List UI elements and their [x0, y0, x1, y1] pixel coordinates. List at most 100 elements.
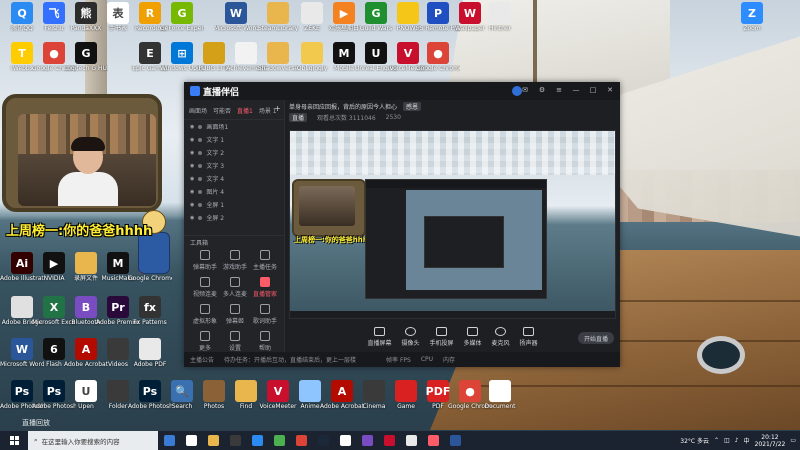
- eye-icon[interactable]: ◉: [190, 202, 194, 208]
- layer-item[interactable]: ◉ 画面场1: [184, 120, 284, 133]
- taskbar-app[interactable]: [334, 431, 356, 450]
- taskbar-app[interactable]: [180, 431, 202, 450]
- desktop-icon[interactable]: fx Fx Patterns: [128, 296, 172, 336]
- layer-dot: [198, 150, 203, 155]
- app-icon: 6: [43, 338, 65, 360]
- eye-icon[interactable]: ◉: [190, 163, 194, 169]
- layer-dot: [198, 163, 203, 168]
- app-icon: [489, 380, 511, 402]
- eye-icon[interactable]: ◉: [190, 124, 194, 130]
- stream-title[interactable]: 单身母亲回应回报，背后的原因今人担心: [289, 102, 397, 111]
- tab-possible[interactable]: 可能否: [213, 106, 231, 115]
- taskbar-app-icon: [405, 435, 417, 446]
- taskbar-app[interactable]: [268, 431, 290, 450]
- app-icon: 表: [107, 2, 129, 24]
- source-control[interactable]: 直播屏幕: [367, 327, 391, 347]
- tab-live[interactable]: 直播1: [237, 106, 253, 115]
- desktop-icon[interactable]: Document: [478, 380, 522, 420]
- taskbar-search[interactable]: ⌕ 在这里输入你要搜索的内容: [28, 431, 158, 450]
- status-memory: 内存: [443, 357, 456, 364]
- tool-button[interactable]: 虚拟形象: [190, 304, 220, 325]
- layer-item[interactable]: ◉ 文字 1: [184, 133, 284, 146]
- taskbar-app[interactable]: [202, 431, 224, 450]
- weather[interactable]: 32°C 多云: [680, 436, 709, 445]
- system-tray: 32°C 多云 ⌃ ◫ ♪ 中 20:12 2021/7/22 ▭: [680, 431, 796, 450]
- desktop-icon[interactable]: GGeForce Experience: [160, 2, 204, 42]
- layer-item[interactable]: ◉ 文字 2: [184, 146, 284, 159]
- desktop-icon[interactable]: G Logitech G HUB: [64, 42, 108, 82]
- desktop-icon[interactable]: Hintner: [478, 2, 522, 42]
- eye-icon[interactable]: ◉: [190, 150, 194, 156]
- taskbar-app[interactable]: [312, 431, 334, 450]
- menu-icon[interactable]: ≡: [555, 86, 563, 94]
- layer-item[interactable]: ◉ 文字 4: [184, 172, 284, 185]
- desktop-icon-label: Zoom: [743, 25, 761, 32]
- taskbar-app[interactable]: [356, 431, 378, 450]
- tab-scene[interactable]: 画面场: [189, 106, 207, 115]
- app-titlebar[interactable]: 直播伴侣 ✉ ⚙ ≡ — □ ✕: [184, 82, 620, 100]
- source-control[interactable]: 多媒体: [464, 327, 482, 347]
- tool-button[interactable]: 游戏助手: [220, 250, 250, 271]
- desktop-icon[interactable]: W Microsoft Word: [214, 2, 258, 42]
- taskbar-app[interactable]: [224, 431, 246, 450]
- layer-item[interactable]: ◉ 文字 3: [184, 159, 284, 172]
- layer-item[interactable]: ◉ 图片 4: [184, 185, 284, 198]
- gear-icon[interactable]: ⚙: [538, 86, 546, 94]
- start-button[interactable]: [0, 431, 28, 450]
- tool-button[interactable]: 设置: [220, 331, 250, 352]
- tool-button[interactable]: 更多: [190, 331, 220, 352]
- tool-button[interactable]: 直播管家: [250, 277, 280, 298]
- desktop-icon[interactable]: Z Zoom: [730, 2, 774, 42]
- desktop-icon[interactable]: ●Google Chrome: [416, 42, 460, 82]
- eye-icon[interactable]: ◉: [190, 137, 194, 143]
- tools-header: 工具箱: [184, 235, 290, 248]
- notification-icon[interactable]: ▭: [790, 437, 796, 444]
- tool-button[interactable]: 帮助: [250, 331, 280, 352]
- status-announcement[interactable]: 主播公告: [190, 355, 214, 364]
- layer-dot: [198, 124, 203, 129]
- taskbar-app[interactable]: [378, 431, 400, 450]
- taskbar-app[interactable]: [422, 431, 444, 450]
- app-icon: Ps: [43, 380, 65, 402]
- source-control[interactable]: 摄像头: [401, 327, 419, 347]
- desktop-icon[interactable]: Adobe PDF: [128, 338, 172, 378]
- source-control[interactable]: 麦克风: [492, 327, 510, 347]
- taskbar-app[interactable]: [400, 431, 422, 450]
- close-icon[interactable]: ✕: [606, 86, 614, 94]
- start-live-button[interactable]: 开始直播: [578, 332, 614, 344]
- network-icon[interactable]: ◫: [724, 437, 730, 444]
- volume-icon[interactable]: ♪: [735, 437, 739, 444]
- taskbar-app[interactable]: [246, 431, 268, 450]
- source-control[interactable]: 手机投屏: [429, 327, 454, 347]
- tool-button[interactable]: 歌词助手: [250, 304, 280, 325]
- eye-icon[interactable]: ◉: [190, 189, 194, 195]
- stream-tag[interactable]: 感恩: [403, 101, 422, 111]
- tool-button[interactable]: 多人连麦: [220, 277, 250, 298]
- window-controls: ✉ ⚙ ≡ — □ ✕: [521, 86, 614, 94]
- tool-button[interactable]: 弹幕姬: [220, 304, 250, 325]
- tool-button[interactable]: 视频连麦: [190, 277, 220, 298]
- tool-button[interactable]: 主播任务: [250, 250, 280, 271]
- preview-camera: [292, 179, 366, 237]
- layer-item[interactable]: ◉ 全屏 2: [184, 211, 284, 224]
- ime-indicator[interactable]: 中: [744, 436, 750, 445]
- tool-button[interactable]: 弹幕助手: [190, 250, 220, 271]
- layer-item[interactable]: ◉ 全屏 1: [184, 198, 284, 211]
- chevron-up-icon[interactable]: ⌃: [714, 437, 719, 444]
- add-scene-button[interactable]: +: [274, 104, 281, 113]
- source-control[interactable]: 扬声器: [520, 327, 538, 347]
- source-control-label: 扬声器: [519, 340, 538, 347]
- scene-tabs: 画面场 可能否 直播1 场景 1: [184, 100, 284, 120]
- layer-dot: [198, 202, 203, 207]
- layer-label: 画面场1: [206, 124, 229, 131]
- clock[interactable]: 20:12 2021/7/22: [755, 434, 786, 448]
- message-icon[interactable]: ✉: [521, 86, 529, 94]
- tool-label: 虚拟形象: [192, 318, 217, 325]
- taskbar-app[interactable]: [290, 431, 312, 450]
- minimize-icon[interactable]: —: [572, 86, 580, 94]
- eye-icon[interactable]: ◉: [190, 215, 194, 221]
- maximize-icon[interactable]: □: [589, 86, 597, 94]
- taskbar-app[interactable]: [444, 431, 466, 450]
- taskbar-app[interactable]: [158, 431, 180, 450]
- eye-icon[interactable]: ◉: [190, 176, 194, 182]
